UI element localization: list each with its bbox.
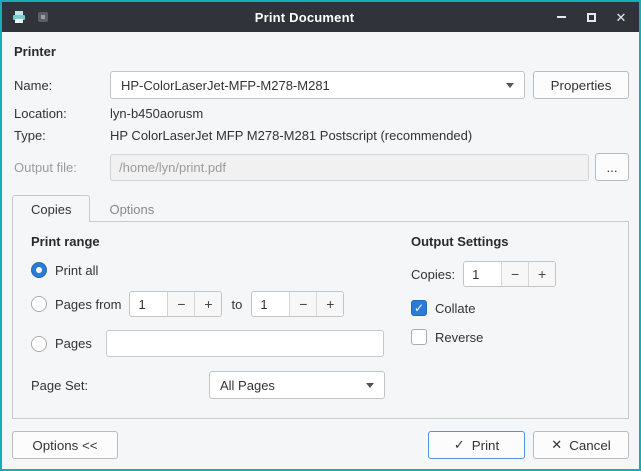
dialog-content: Printer Name: HP-ColorLaserJet-MFP-M278-… xyxy=(2,32,639,469)
copies-tab-panel: Print range Print all Pages from 1 − + t… xyxy=(12,221,629,419)
cancel-button-label: Cancel xyxy=(569,438,611,453)
pages-to-value[interactable]: 1 xyxy=(252,292,289,316)
page-set-combobox[interactable]: All Pages xyxy=(209,371,385,399)
print-all-row[interactable]: Print all xyxy=(31,262,403,278)
output-settings-title: Output Settings xyxy=(411,234,622,249)
print-button-label: Print xyxy=(472,438,499,453)
pages-to-increment-button[interactable]: + xyxy=(316,292,343,316)
pages-from-spinner[interactable]: 1 − + xyxy=(129,291,222,317)
page-set-label: Page Set: xyxy=(31,378,209,393)
print-button[interactable]: ✓ Print xyxy=(428,431,525,459)
page-set-row: Page Set: All Pages xyxy=(31,371,403,399)
tab-copies[interactable]: Copies xyxy=(12,195,90,222)
print-range-title: Print range xyxy=(31,234,403,249)
copies-increment-button[interactable]: + xyxy=(528,262,555,286)
print-all-label: Print all xyxy=(55,263,98,278)
pages-to-decrement-button[interactable]: − xyxy=(289,292,316,316)
output-file-label: Output file: xyxy=(12,160,110,175)
printer-type-value: HP ColorLaserJet MFP M278-M281 Postscrip… xyxy=(110,128,472,143)
pages-from-decrement-button[interactable]: − xyxy=(167,292,194,316)
printer-name-row: Name: HP-ColorLaserJet-MFP-M278-M281 Pro… xyxy=(12,71,629,99)
copies-row: Copies: 1 − + xyxy=(411,261,622,287)
output-settings-group: Output Settings Copies: 1 − + ✓ Collate xyxy=(403,232,622,408)
pages-from-value[interactable]: 1 xyxy=(130,292,167,316)
pages-row: Pages xyxy=(31,330,403,357)
output-file-row: Output file: ... xyxy=(12,153,629,181)
copies-decrement-button[interactable]: − xyxy=(501,262,528,286)
window-controls: ✕ xyxy=(551,7,631,27)
copies-label: Copies: xyxy=(411,267,455,282)
tab-options[interactable]: Options xyxy=(90,195,173,222)
collate-row[interactable]: ✓ Collate xyxy=(411,300,622,316)
pages-to-spinner[interactable]: 1 − + xyxy=(251,291,344,317)
pages-input[interactable] xyxy=(106,330,384,357)
print-all-radio[interactable] xyxy=(31,262,47,278)
pages-from-radio[interactable] xyxy=(31,296,47,312)
pages-label: Pages xyxy=(55,336,92,351)
window-title: Print Document xyxy=(58,10,551,25)
copies-value[interactable]: 1 xyxy=(464,262,501,286)
maximize-icon xyxy=(587,13,596,22)
reverse-checkbox[interactable] xyxy=(411,329,427,345)
minimize-button[interactable] xyxy=(551,7,571,27)
copies-spinner[interactable]: 1 − + xyxy=(463,261,556,287)
printer-section-title: Printer xyxy=(14,44,629,59)
printer-type-label: Type: xyxy=(12,128,110,143)
printer-name-value: HP-ColorLaserJet-MFP-M278-M281 xyxy=(121,78,330,93)
chevron-down-icon xyxy=(366,383,374,388)
tab-bar: Copies Options xyxy=(12,195,629,221)
collate-checkbox[interactable]: ✓ xyxy=(411,300,427,316)
printer-name-combobox[interactable]: HP-ColorLaserJet-MFP-M278-M281 xyxy=(110,71,525,99)
pages-radio[interactable] xyxy=(31,336,47,352)
reverse-label: Reverse xyxy=(435,330,483,345)
print-document-dialog: Print Document ✕ Printer Name: HP-ColorL… xyxy=(0,0,641,471)
window-app-icon[interactable] xyxy=(10,8,28,26)
pages-from-increment-button[interactable]: + xyxy=(194,292,221,316)
options-toggle-button[interactable]: Options << xyxy=(12,431,118,459)
pages-from-label: Pages from xyxy=(55,297,121,312)
pages-from-row: Pages from 1 − + to 1 − + xyxy=(31,291,403,317)
printer-location-value: lyn-b450aorusm xyxy=(110,106,203,121)
cross-icon: ✕ xyxy=(551,437,562,453)
printer-location-label: Location: xyxy=(12,106,110,121)
output-file-input[interactable] xyxy=(110,154,589,181)
maximize-button[interactable] xyxy=(581,7,601,27)
check-icon: ✓ xyxy=(414,301,424,315)
collate-label: Collate xyxy=(435,301,475,316)
check-icon: ✓ xyxy=(454,437,465,453)
window-pin-icon[interactable] xyxy=(34,8,52,26)
reverse-row[interactable]: Reverse xyxy=(411,329,622,345)
minimize-icon xyxy=(557,16,566,18)
printer-name-label: Name: xyxy=(12,78,110,93)
properties-button[interactable]: Properties xyxy=(533,71,629,99)
cancel-button[interactable]: ✕ Cancel xyxy=(533,431,629,459)
dialog-footer: Options << ✓ Print ✕ Cancel xyxy=(12,425,629,461)
titlebar[interactable]: Print Document ✕ xyxy=(2,2,639,32)
printer-type-row: Type: HP ColorLaserJet MFP M278-M281 Pos… xyxy=(12,128,629,143)
print-range-group: Print range Print all Pages from 1 − + t… xyxy=(31,232,403,408)
printer-location-row: Location: lyn-b450aorusm xyxy=(12,106,629,121)
pin-icon xyxy=(37,11,49,23)
pages-to-label: to xyxy=(231,297,242,312)
page-set-value: All Pages xyxy=(220,378,275,393)
printer-icon xyxy=(12,10,26,24)
chevron-down-icon xyxy=(506,83,514,88)
browse-button[interactable]: ... xyxy=(595,153,629,181)
footer-actions: ✓ Print ✕ Cancel xyxy=(428,431,629,459)
close-button[interactable]: ✕ xyxy=(611,7,631,27)
